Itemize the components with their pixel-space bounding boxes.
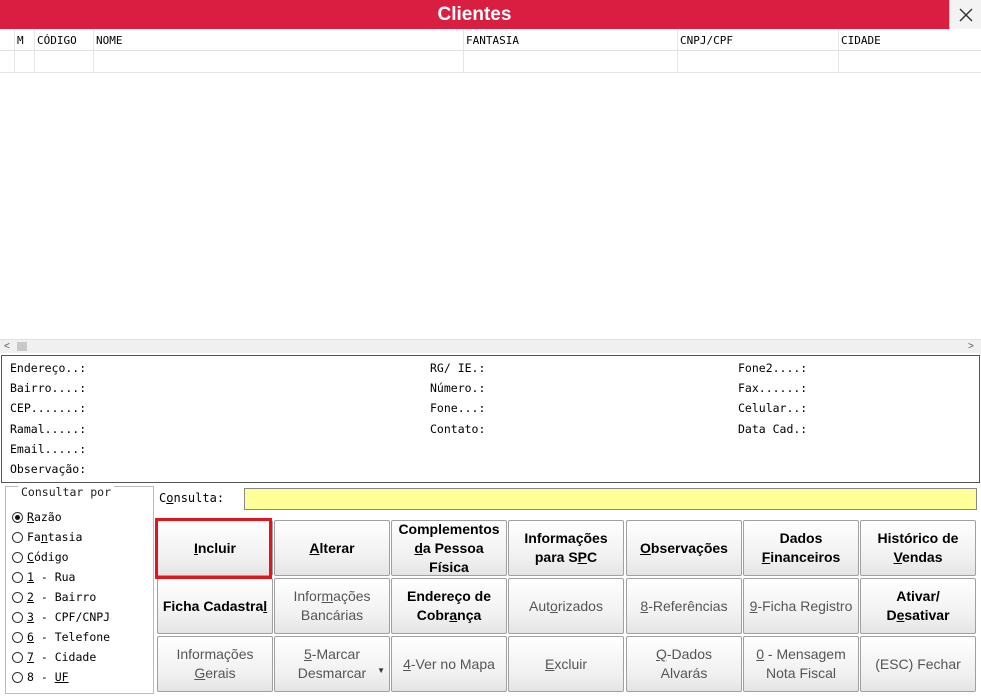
fax-label: Fax......:: [738, 381, 808, 395]
radio-cpf-cnpj[interactable]: 3 - CPF/CNPJ: [12, 608, 110, 626]
scrollbar-thumb[interactable]: [17, 342, 27, 351]
marcar-desmarcar-button[interactable]: 5-Marcar Desmarcar ▼: [274, 636, 390, 692]
table-row[interactable]: [0, 51, 981, 73]
column-header-m[interactable]: M: [14, 30, 34, 51]
contato-label: Contato:: [430, 422, 486, 436]
column-header-codigo[interactable]: CÓDIGO: [34, 30, 93, 51]
radio-unchecked-icon: [12, 591, 23, 603]
client-details-panel: Endereço..: Bairro....: CEP.......: Rama…: [1, 355, 980, 483]
endereco-cobranca-button[interactable]: Endereço de Cobrança: [391, 578, 507, 634]
fone-label: Fone...:: [430, 401, 486, 415]
ramal-label: Ramal.....:: [10, 422, 87, 436]
grid-header: M CÓDIGO NOME FANTASIA CNPJ/CPF CIDADE: [0, 30, 981, 51]
numero-label: Número.:: [430, 381, 486, 395]
bairro-label: Bairro....:: [10, 381, 87, 395]
column-header-fantasia[interactable]: FANTASIA: [463, 30, 677, 51]
column-header-cnpj-cpf[interactable]: CNPJ/CPF: [677, 30, 838, 51]
radio-unchecked-icon: [12, 531, 23, 543]
radio-bairro[interactable]: 2 - Bairro: [12, 588, 96, 606]
radio-unchecked-icon: [12, 611, 23, 623]
referencias-button[interactable]: 8-Referências: [626, 578, 742, 634]
celular-label: Celular..:: [738, 401, 808, 415]
radio-codigo[interactable]: Código: [12, 548, 69, 566]
radio-cidade[interactable]: 7 - Cidade: [12, 648, 96, 666]
column-header-nome[interactable]: NOME: [93, 30, 463, 51]
close-button[interactable]: [949, 0, 981, 29]
consulta-label: Consulta:: [159, 491, 225, 505]
alterar-button[interactable]: Alterar: [274, 520, 390, 576]
mensagem-nota-fiscal-button[interactable]: 0 - Mensagem Nota Fiscal: [743, 636, 859, 692]
endereco-label: Endereço..:: [10, 361, 87, 375]
fone2-label: Fone2....:: [738, 361, 808, 375]
radio-uf[interactable]: 8 - UF: [12, 668, 69, 686]
complementos-pessoa-fisica-button[interactable]: Complementos da Pessoa Física: [391, 520, 507, 576]
dropdown-arrow-icon[interactable]: ▼: [377, 661, 385, 680]
data-cad-label: Data Cad.:: [738, 422, 808, 436]
radio-rua[interactable]: 1 - Rua: [12, 568, 75, 586]
rg-ie-label: RG/ IE.:: [430, 361, 486, 375]
cep-label: CEP.......:: [10, 401, 87, 415]
radio-unchecked-icon: [12, 551, 23, 563]
close-icon: [959, 8, 972, 21]
column-header-cidade[interactable]: CIDADE: [838, 30, 981, 51]
window-title: Clientes: [0, 0, 949, 29]
email-label: Email.....:: [10, 442, 87, 456]
incluir-button[interactable]: Incluir: [157, 520, 273, 576]
consultar-por-group: Consultar por Razão Fa n tasia Código 1 - …: [5, 485, 154, 694]
historico-vendas-button[interactable]: Histórico de Vendas: [860, 520, 976, 576]
radio-unchecked-icon: [12, 631, 23, 643]
informacoes-spc-button[interactable]: Informações para SPC: [508, 520, 624, 576]
observacoes-button[interactable]: Observações: [626, 520, 742, 576]
radio-unchecked-icon: [12, 671, 23, 683]
observacao-label: Observação:: [10, 462, 87, 476]
ficha-registro-button[interactable]: 9-Ficha Registro: [743, 578, 859, 634]
radio-unchecked-icon: [12, 571, 23, 583]
ficha-cadastral-button[interactable]: Ficha Cadastral: [157, 578, 273, 634]
horizontal-scrollbar[interactable]: < >: [0, 339, 981, 353]
radio-unchecked-icon: [12, 651, 23, 663]
radio-fantasia[interactable]: Fa n tasia: [12, 528, 82, 546]
consultar-por-legend: Consultar por: [18, 485, 115, 499]
scroll-right-icon[interactable]: >: [968, 340, 974, 353]
fechar-button[interactable]: (ESC) Fechar: [860, 636, 976, 692]
radio-telefone[interactable]: 6 - Telefone: [12, 628, 110, 646]
ver-no-mapa-button[interactable]: 4-Ver no Mapa: [391, 636, 507, 692]
scroll-left-icon[interactable]: <: [4, 340, 10, 353]
informacoes-gerais-button[interactable]: Informações Gerais: [157, 636, 273, 692]
consulta-input[interactable]: [244, 488, 977, 510]
excluir-button[interactable]: Excluir: [508, 636, 624, 692]
dados-financeiros-button[interactable]: Dados Financeiros: [743, 520, 859, 576]
informacoes-bancarias-button[interactable]: Informações Bancárias: [274, 578, 390, 634]
ativar-desativar-button[interactable]: Ativar/Desativar: [860, 578, 976, 634]
radio-checked-icon: [12, 511, 23, 523]
dados-alvaras-button[interactable]: Q-Dados Alvarás: [626, 636, 742, 692]
autorizados-button[interactable]: Autorizados: [508, 578, 624, 634]
radio-razao[interactable]: Razão: [12, 508, 62, 526]
